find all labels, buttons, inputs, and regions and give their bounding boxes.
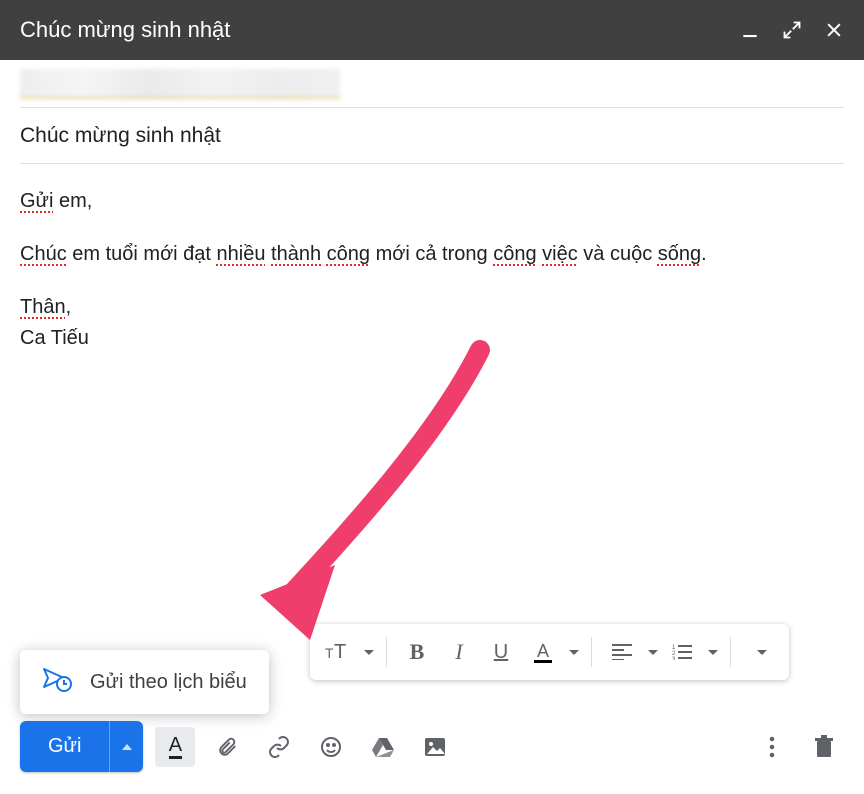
chevron-down-icon[interactable] bbox=[569, 650, 579, 655]
chevron-down-icon[interactable] bbox=[648, 650, 658, 655]
subject-text: Chúc mừng sinh nhật bbox=[20, 124, 221, 148]
schedule-send-icon bbox=[42, 666, 72, 698]
attach-icon[interactable] bbox=[207, 727, 247, 767]
align-button[interactable] bbox=[604, 634, 640, 670]
minimize-icon[interactable] bbox=[740, 20, 760, 40]
link-icon[interactable] bbox=[259, 727, 299, 767]
body-line-1: Gửi em, bbox=[20, 186, 844, 217]
drive-icon[interactable] bbox=[363, 727, 403, 767]
compose-titlebar: Chúc mừng sinh nhật bbox=[0, 0, 864, 60]
underline-button[interactable]: U bbox=[483, 634, 519, 670]
send-button[interactable]: Gửi bbox=[20, 721, 109, 772]
text-color-button[interactable]: A bbox=[525, 634, 561, 670]
italic-button[interactable]: I bbox=[441, 634, 477, 670]
send-button-group: Gửi bbox=[20, 721, 143, 772]
recipient-blurred bbox=[20, 69, 340, 99]
chevron-down-icon[interactable] bbox=[364, 650, 374, 655]
bold-button[interactable]: B bbox=[399, 634, 435, 670]
body-line-3: Thân, Ca Tiếu bbox=[20, 292, 844, 354]
chevron-down-icon[interactable] bbox=[708, 650, 718, 655]
svg-text:3: 3 bbox=[672, 657, 676, 660]
more-format-button[interactable] bbox=[743, 634, 779, 670]
body-line-2: Chúc em tuổi mới đạt nhiều thành công mớ… bbox=[20, 239, 844, 270]
image-icon[interactable] bbox=[415, 727, 455, 767]
compose-title: Chúc mừng sinh nhật bbox=[20, 17, 230, 43]
font-size-button[interactable]: TT bbox=[320, 634, 356, 670]
schedule-send-label: Gửi theo lịch biểu bbox=[90, 671, 247, 694]
message-body[interactable]: Gửi em, Chúc em tuổi mới đạt nhiều thành… bbox=[20, 164, 844, 364]
svg-text:T: T bbox=[325, 645, 334, 661]
send-more-button[interactable] bbox=[109, 721, 143, 772]
more-options-icon[interactable] bbox=[752, 727, 792, 767]
list-button[interactable]: 1 2 3 bbox=[664, 634, 700, 670]
subject-row[interactable]: Chúc mừng sinh nhật bbox=[20, 108, 844, 164]
formatting-toolbar: TT B I U A 1 2 3 bbox=[310, 624, 789, 680]
emoji-icon[interactable] bbox=[311, 727, 351, 767]
close-icon[interactable] bbox=[824, 20, 844, 40]
format-toggle-button[interactable]: A bbox=[155, 727, 195, 767]
recipients-row[interactable] bbox=[20, 60, 844, 108]
svg-text:T: T bbox=[334, 641, 346, 663]
annotation-arrow bbox=[240, 340, 500, 640]
titlebar-actions bbox=[740, 20, 844, 40]
trash-icon[interactable] bbox=[804, 727, 844, 767]
fullscreen-icon[interactable] bbox=[782, 20, 802, 40]
compose-footer: Gửi A bbox=[0, 705, 864, 794]
